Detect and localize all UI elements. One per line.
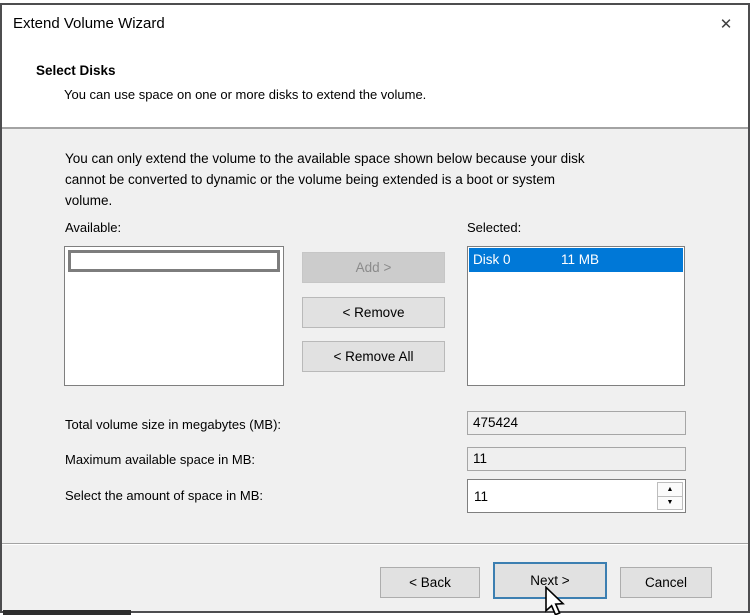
description-line: You can only extend the volume to the av…: [65, 151, 585, 166]
available-label: Available:: [65, 220, 122, 235]
next-button[interactable]: Next >: [493, 562, 607, 599]
close-button[interactable]: ✕: [712, 11, 740, 37]
disk-name: Disk 0: [473, 252, 511, 267]
remove-button[interactable]: < Remove: [302, 297, 445, 328]
description-text: You can only extend the volume to the av…: [65, 148, 585, 211]
footer-divider: [2, 543, 748, 545]
close-icon: ✕: [719, 16, 733, 33]
selected-disk-row[interactable]: Disk 0 11 MB: [469, 248, 683, 272]
amount-space-spinbox: ▲ ▼: [467, 479, 686, 513]
spinner-buttons: ▲ ▼: [657, 482, 683, 510]
background-window-edge: [3, 610, 131, 615]
available-disks-listbox[interactable]: [64, 246, 284, 386]
page-title: Select Disks: [36, 63, 116, 78]
window-title: Extend Volume Wizard: [13, 15, 165, 32]
total-size-value: 475424: [467, 411, 686, 435]
extend-volume-wizard-dialog: Extend Volume Wizard ✕ Select Disks You …: [0, 3, 750, 613]
spin-up-button[interactable]: ▲: [657, 482, 683, 496]
max-space-value: 11: [467, 447, 686, 471]
remove-all-button[interactable]: < Remove All: [302, 341, 445, 372]
spin-down-button[interactable]: ▼: [657, 495, 683, 510]
screenshot-stage: Extend Volume Wizard ✕ Select Disks You …: [0, 0, 750, 615]
max-space-label: Maximum available space in MB:: [65, 452, 256, 467]
spin-down-icon: ▼: [666, 499, 674, 507]
description-line: cannot be converted to dynamic or the vo…: [65, 172, 556, 187]
cancel-button[interactable]: Cancel: [620, 567, 712, 598]
disk-size: 11 MB: [561, 252, 600, 267]
amount-space-input[interactable]: [468, 480, 654, 512]
description-line: volume.: [65, 193, 113, 208]
amount-space-label: Select the amount of space in MB:: [65, 488, 263, 503]
selected-disks-listbox[interactable]: Disk 0 11 MB: [467, 246, 685, 386]
total-size-label: Total volume size in megabytes (MB):: [65, 417, 282, 432]
wizard-header: Extend Volume Wizard ✕ Select Disks You …: [2, 5, 748, 129]
back-button[interactable]: < Back: [380, 567, 480, 598]
add-button[interactable]: Add >: [302, 252, 445, 283]
page-subtitle: You can use space on one or more disks t…: [64, 87, 427, 102]
available-focus-item: [68, 250, 280, 272]
selected-label: Selected:: [467, 220, 522, 235]
spin-up-icon: ▲: [666, 485, 674, 493]
